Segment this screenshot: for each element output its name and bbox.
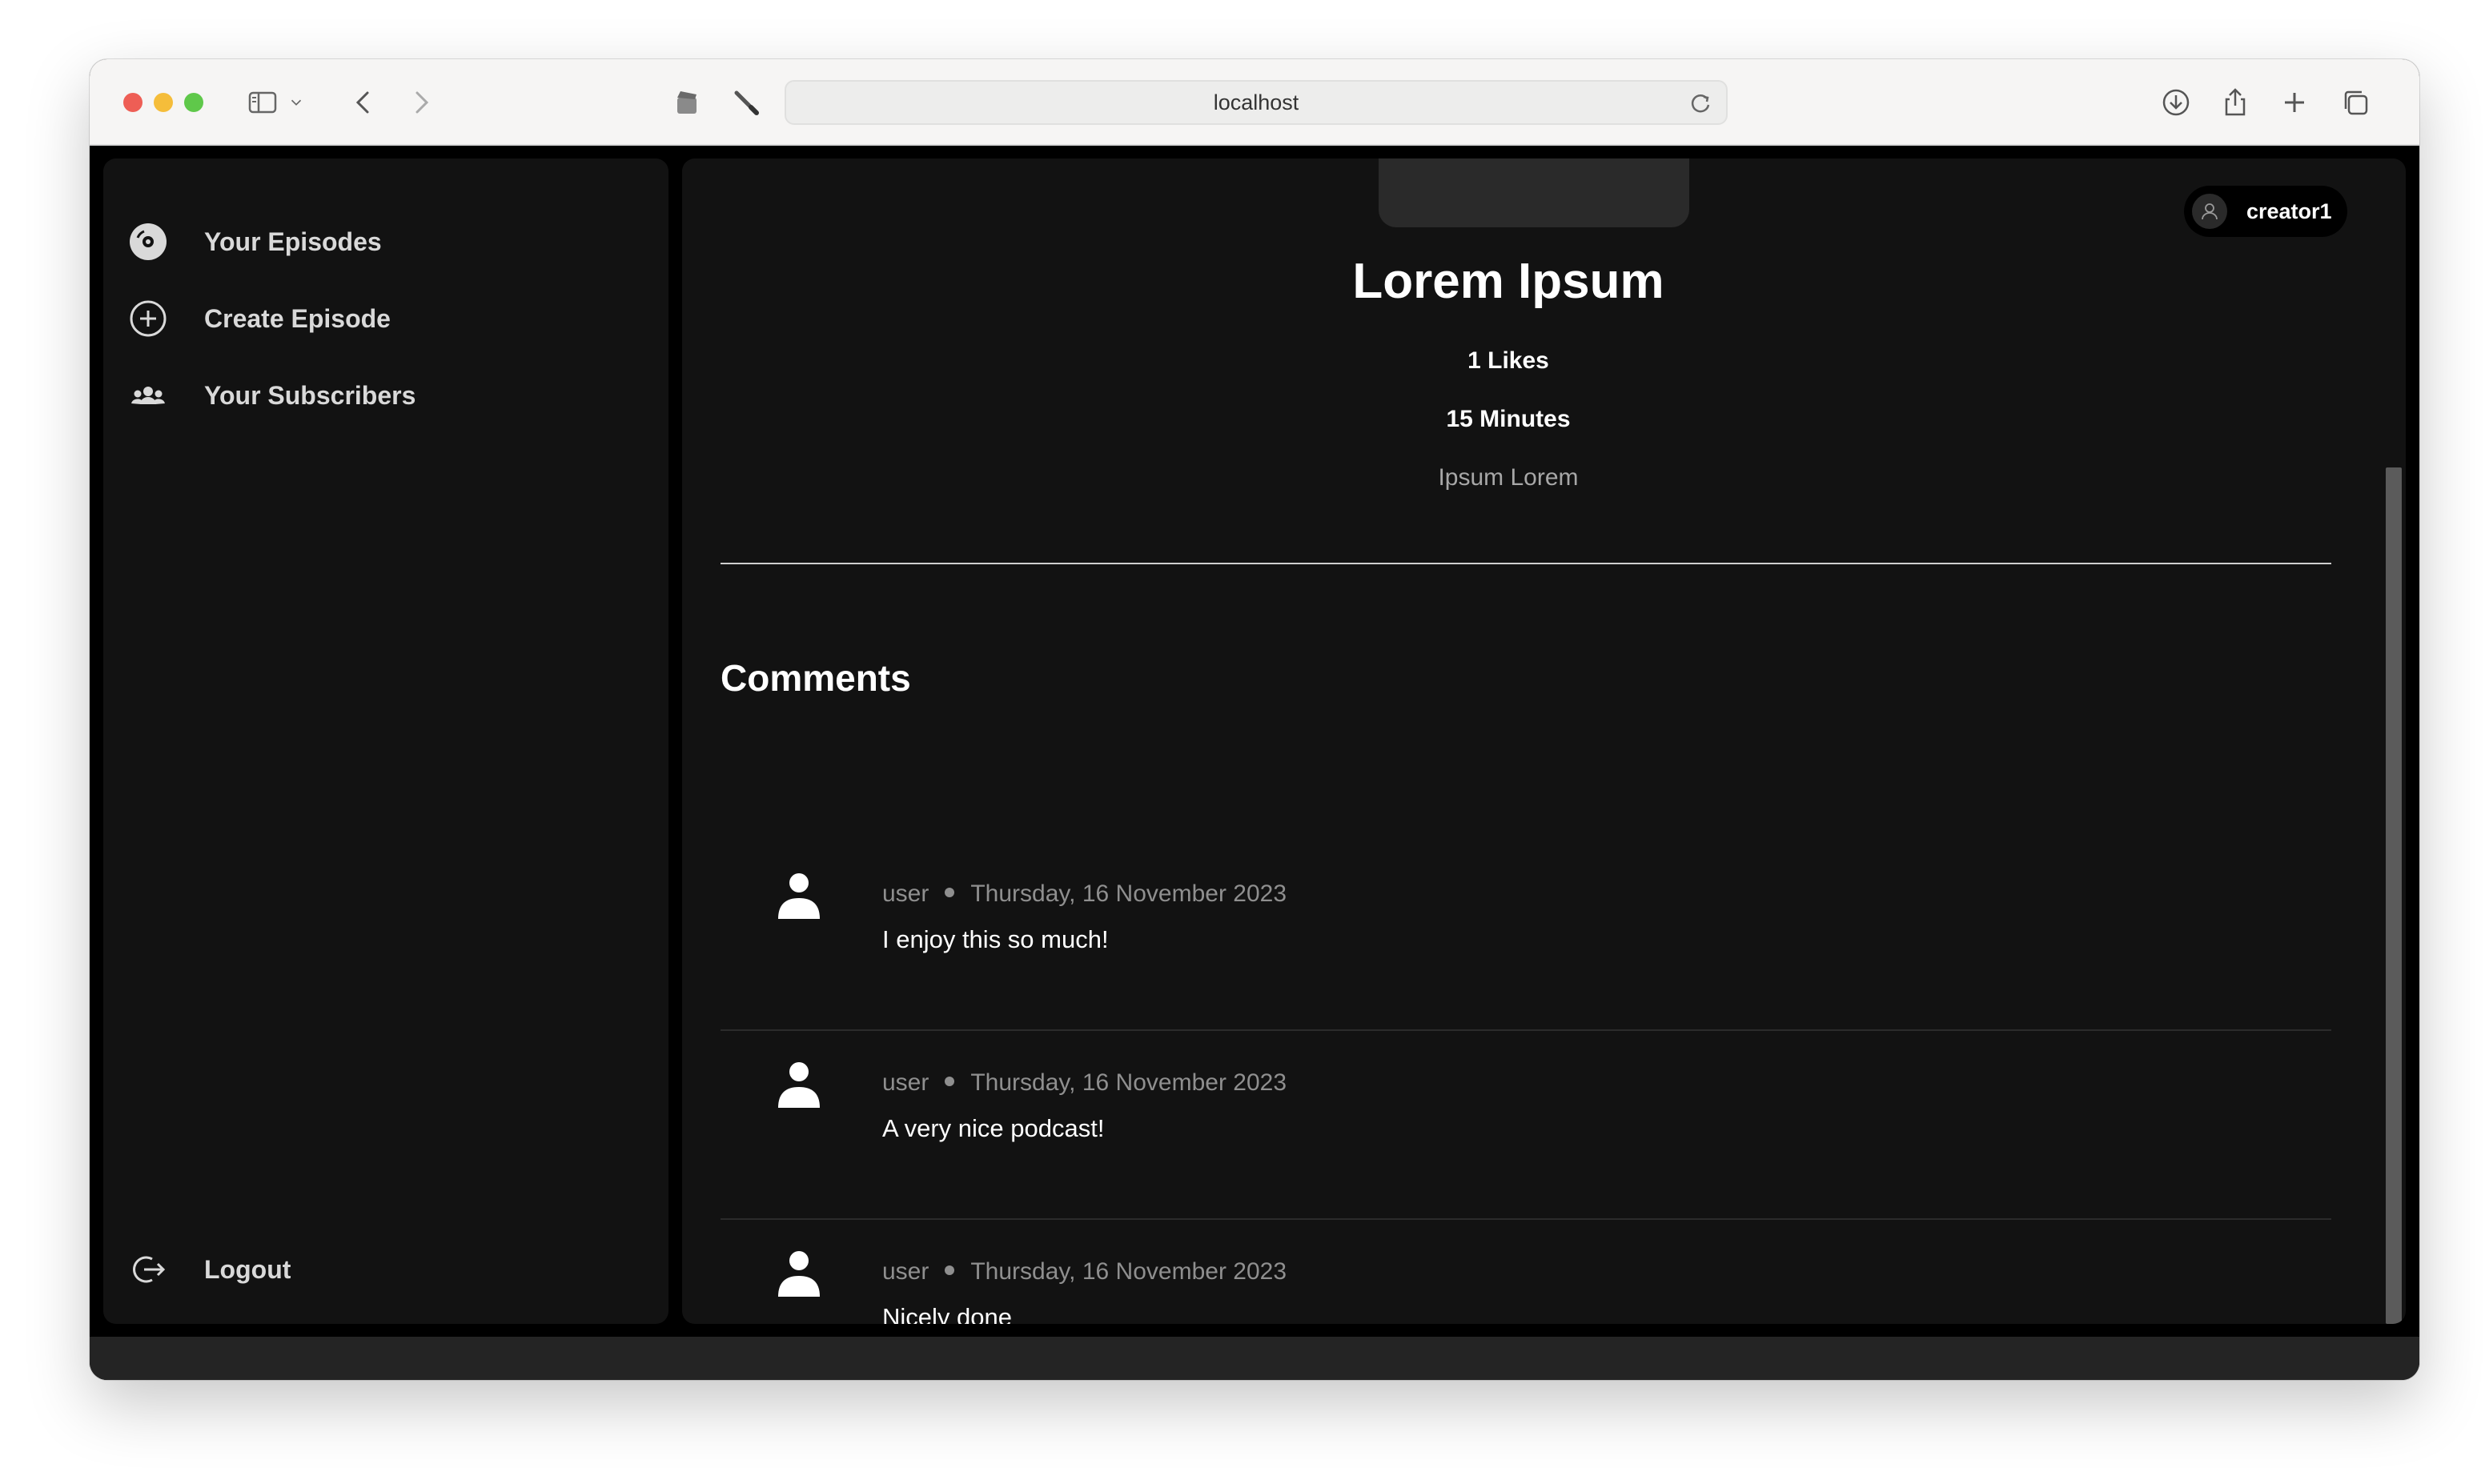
comment-user: user [882, 1069, 929, 1096]
extension-clapper-icon[interactable] [668, 83, 706, 122]
share-icon[interactable] [2216, 83, 2254, 122]
comment-date: Thursday, 16 November 2023 [970, 880, 1287, 907]
sidebar-item-create-episode[interactable]: Create Episode [127, 295, 391, 343]
comment-date: Thursday, 16 November 2023 [970, 1258, 1287, 1285]
url-text: localhost [1213, 90, 1299, 114]
browser-toolbar: localhost [90, 59, 2419, 146]
comment-item: user Thursday, 16 November 2023 Nicely do… [721, 1220, 2331, 1324]
separator-dot [945, 888, 955, 898]
logout-label: Logout [204, 1254, 291, 1284]
bottom-player-bar [90, 1337, 2419, 1380]
person-icon [778, 1062, 820, 1108]
minimize-window-button[interactable] [154, 93, 173, 112]
episode-duration: 15 Minutes [1446, 406, 1571, 432]
logout-icon [127, 1249, 169, 1290]
disc-icon [127, 221, 169, 263]
username: creator1 [2246, 199, 2332, 223]
comment-user: user [882, 1258, 929, 1285]
comment-meta: user Thursday, 16 November 2023 [882, 880, 1287, 908]
back-icon[interactable] [344, 83, 383, 122]
zoom-window-button[interactable] [184, 93, 203, 112]
person-icon [778, 1251, 820, 1297]
episode-panel: creator1 Lorem Ipsum 1 Likes 15 Minutes … [682, 158, 2406, 1324]
downloads-icon[interactable] [2157, 83, 2195, 122]
comment-item: user Thursday, 16 November 2023 I enjoy t… [721, 842, 2331, 1031]
sidebar: Your Episodes Create Episode Your Subscr… [103, 158, 668, 1324]
logout-button[interactable]: Logout [127, 1245, 291, 1293]
divider [721, 563, 2331, 564]
comment-text: I enjoy this so much! [882, 925, 1109, 953]
reload-icon[interactable] [1686, 89, 1715, 118]
page-content: Your Episodes Create Episode Your Subscr… [90, 146, 2419, 1380]
scrollbar[interactable] [2386, 467, 2402, 1324]
plus-circle-icon [127, 298, 169, 339]
episode-title: Lorem Ipsum [1352, 254, 1664, 309]
sidebar-item-your-subscribers[interactable]: Your Subscribers [127, 371, 416, 419]
sidebar-item-label: Your Subscribers [204, 380, 416, 410]
group-icon [127, 375, 169, 416]
separator-dot [945, 1077, 955, 1087]
forward-icon[interactable] [402, 83, 440, 122]
comment-text: A very nice podcast! [882, 1114, 1105, 1142]
person-icon [778, 873, 820, 919]
comment-meta: user Thursday, 16 November 2023 [882, 1258, 1287, 1285]
episode-likes: 1 Likes [1467, 347, 1549, 374]
chevron-down-icon[interactable] [285, 83, 307, 122]
user-menu-button[interactable]: creator1 [2184, 186, 2347, 237]
episode-description: Ipsum Lorem [1438, 464, 1579, 491]
sidebar-item-label: Create Episode [204, 303, 391, 333]
comment-item: user Thursday, 16 November 2023 A very ni… [721, 1031, 2331, 1220]
extension-brush-icon[interactable] [727, 83, 765, 122]
sidebar-item-label: Your Episodes [204, 227, 382, 256]
separator-dot [945, 1265, 955, 1276]
comment-text: Nicely done [882, 1303, 1012, 1324]
comment-meta: user Thursday, 16 November 2023 [882, 1069, 1287, 1097]
address-bar[interactable]: localhost [785, 80, 1728, 125]
new-tab-icon[interactable] [2275, 83, 2314, 122]
browser-window: localhost Your Episodes Create Episode Y… [90, 59, 2419, 1380]
sidebar-toggle-icon[interactable] [243, 83, 282, 122]
comment-user: user [882, 880, 929, 907]
tab-overview-icon[interactable] [2336, 83, 2375, 122]
user-avatar-icon [2192, 194, 2227, 229]
episode-cover-image [1379, 158, 1689, 227]
comments-heading: Comments [721, 657, 911, 699]
close-window-button[interactable] [123, 93, 143, 112]
comment-date: Thursday, 16 November 2023 [970, 1069, 1287, 1096]
sidebar-item-your-episodes[interactable]: Your Episodes [127, 218, 382, 266]
